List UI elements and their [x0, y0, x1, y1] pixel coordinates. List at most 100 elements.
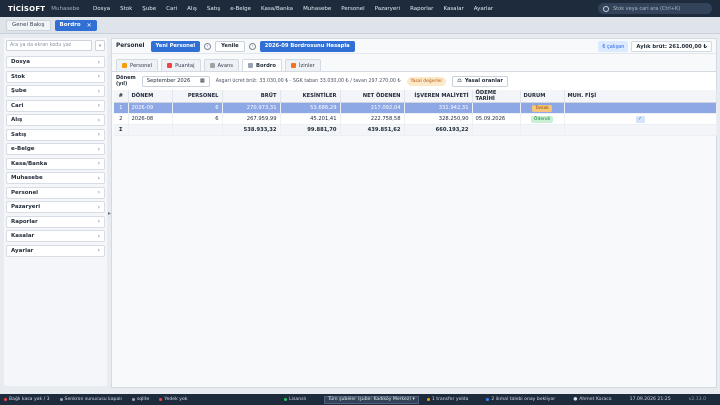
chevron-right-icon: ›: [97, 174, 100, 182]
status-text: 17.09.2026 21:25: [629, 397, 671, 402]
period-label-line2: (yıl): [116, 81, 128, 87]
menu-item-cari[interactable]: Cari: [161, 6, 182, 12]
scale-icon: ⚖: [457, 78, 462, 84]
cell-gross: 267.959,99: [222, 113, 281, 125]
sidebar-item-sube[interactable]: Şube ›: [6, 85, 105, 97]
menu-item-kasa-banka[interactable]: Kasa/Banka: [256, 6, 298, 12]
column-header[interactable]: MUH. FİŞİ: [564, 90, 717, 103]
sidebar-item-dosya[interactable]: Dosya ›: [6, 56, 105, 68]
new-personnel-button[interactable]: Yeni Personel: [150, 40, 201, 52]
sidebar-item-muhasebe[interactable]: Muhasebe ›: [6, 172, 105, 184]
legal-rates-button[interactable]: ⚖ Yasal oranlar: [452, 75, 508, 87]
menu-item-stok[interactable]: Stok: [115, 6, 137, 12]
button-label: Yeni Personel: [155, 43, 196, 49]
sidebar-collapse-button[interactable]: «: [95, 40, 105, 51]
sidebar-item-cari[interactable]: Cari ›: [6, 99, 105, 112]
column-header[interactable]: #: [114, 90, 129, 103]
subtab-label: Puantaj: [175, 62, 195, 69]
global-search-input[interactable]: Stok veya cari ara (Ctrl+K): [598, 3, 712, 14]
menu-item-dosya[interactable]: Dosya: [88, 6, 115, 12]
cell-status: Taslak: [520, 102, 565, 114]
chevron-right-icon: ›: [97, 116, 100, 124]
subtab-avans[interactable]: Avans: [203, 59, 240, 71]
monthly-gross-total: Aylık brüt: 261.000,00 ₺: [631, 41, 712, 52]
panel-title: Personel: [116, 43, 145, 49]
column-header[interactable]: NET ÖDENEN: [340, 90, 405, 103]
column-header[interactable]: İŞVEREN MALİYETİ: [404, 90, 473, 103]
status-text: Bağlı kasa yok / 3: [9, 397, 50, 402]
status-text: 2 ikmal talebi onay bekliyor: [491, 397, 556, 402]
sidebar-search-input[interactable]: Ara ya da ekran kodu yaz: [6, 40, 92, 51]
menu-item-ayarlar[interactable]: Ayarlar: [469, 6, 498, 12]
sidebar-item-label: Ayarlar: [11, 247, 34, 254]
subtab-bordro[interactable]: Bordro: [242, 59, 282, 71]
sidebar-item-raporlar[interactable]: Raporlar ›: [6, 215, 105, 228]
close-icon[interactable]: ✕: [87, 22, 92, 29]
status-sync: Senkron sunucusu kapalı: [59, 397, 122, 402]
header-summary: 6 çalışan Aylık brüt: 261.000,00 ₺: [598, 41, 712, 52]
sidebar-item-kasa-banka[interactable]: Kasa/Banka ›: [6, 157, 105, 170]
status-user[interactable]: ● Ahmet Karaca: [573, 397, 611, 402]
sidebar: Ara ya da ekran kodu yaz « Dosya › Stok › …: [4, 38, 107, 386]
sidebar-item-label: Şube: [11, 88, 27, 94]
status-dot-icon: [4, 398, 7, 401]
vacation-icon: [290, 63, 296, 68]
sidebar-item-label: Pazaryeri: [11, 204, 41, 210]
info-icon[interactable]: i: [204, 42, 212, 50]
tab-bordro[interactable]: Bordro ✕: [54, 19, 97, 31]
calculate-payroll-button[interactable]: 2026-09 Bordrosunu Hesapla: [259, 40, 355, 52]
status-text: v2.13.0: [688, 397, 706, 402]
chevron-right-icon: ›: [97, 87, 100, 95]
refresh-button[interactable]: Yenile: [215, 40, 245, 52]
period-month-input[interactable]: September 2026 ▦: [141, 75, 210, 87]
menu-item-personel[interactable]: Personel: [336, 6, 369, 12]
chevron-right-icon: ›: [97, 73, 100, 80]
menu-item-sube[interactable]: Şube: [137, 6, 161, 12]
menu-item-raporlar[interactable]: Raporlar: [405, 6, 438, 12]
info-icon[interactable]: i: [248, 42, 256, 50]
status-text: sqlite: [136, 397, 150, 402]
menu-item-kasalar[interactable]: Kasalar: [438, 6, 468, 12]
branch-select[interactable]: Tüm şubeler (şube: Kadıköy Merkez) ▾: [324, 395, 419, 404]
table-row[interactable]: 1 2026-09 6 270.973,31 53.686,29 217.092…: [114, 102, 717, 114]
user-icon: ●: [573, 397, 578, 402]
column-header[interactable]: ÖDEME TARİHİ: [472, 90, 521, 103]
status-transfers[interactable]: 1 transfer yolda: [426, 397, 468, 402]
column-header[interactable]: KESİNTİLER: [280, 90, 341, 103]
sidebar-item-kasalar[interactable]: Kasalar ›: [6, 230, 105, 242]
sidebar-item-stok[interactable]: Stok ›: [6, 70, 105, 83]
menu-item-satis[interactable]: Satış: [202, 6, 225, 12]
cell-deductions: 45.201,41: [280, 113, 341, 125]
column-header[interactable]: DURUM: [520, 90, 565, 103]
column-header[interactable]: BRÜT: [222, 90, 281, 103]
status-dot-icon: [426, 398, 430, 401]
sidebar-item-label: Muhasebe: [11, 175, 43, 181]
table-row[interactable]: 2 2026-08 6 267.959,99 45.201,41 222.758…: [114, 113, 717, 125]
payroll-table: # DÖNEM PERSONEL BRÜT KESİNTİLER NET ÖDE…: [114, 90, 717, 136]
sidebar-item-label: Cari: [11, 102, 24, 109]
sidebar-item-alis[interactable]: Alış ›: [6, 114, 105, 126]
cell-empty: [472, 124, 521, 136]
menu-item-pazaryeri[interactable]: Pazaryeri: [370, 6, 405, 12]
sidebar-item-label: Alış: [11, 117, 23, 123]
menu-item-alis[interactable]: Alış: [182, 6, 202, 12]
menu-item-muhasebe[interactable]: Muhasebe: [298, 6, 336, 12]
sidebar-item-ebelge[interactable]: e-Belge ›: [6, 143, 105, 155]
status-approvals[interactable]: 2 ikmal talebi onay bekliyor: [486, 397, 555, 402]
sidebar-item-personel[interactable]: Personel ›: [6, 186, 105, 199]
sidebar-item-pazaryeri[interactable]: Pazaryeri ›: [6, 201, 105, 213]
sidebar-item-ayarlar[interactable]: Ayarlar ›: [6, 244, 105, 257]
column-header[interactable]: DÖNEM: [128, 90, 173, 103]
tab-label: Bordro: [59, 22, 81, 28]
menu-item-ebelge[interactable]: e-Belge: [225, 6, 256, 12]
subtab-puantaj[interactable]: Puantaj: [161, 59, 201, 71]
subtab-izinler[interactable]: İzinler: [284, 59, 321, 71]
status-version: v2.13.0: [689, 397, 706, 402]
sidebar-item-satis[interactable]: Satış ›: [6, 128, 105, 141]
tab-genel-bakis[interactable]: Genel Bakış: [6, 19, 51, 31]
column-header[interactable]: PERSONEL: [172, 90, 223, 103]
chevron-right-icon: ›: [97, 189, 100, 196]
voucher-link-icon[interactable]: ✓: [635, 115, 645, 123]
subtab-personel[interactable]: Personel: [116, 59, 159, 71]
status-backup: Yedek yok: [159, 397, 187, 402]
